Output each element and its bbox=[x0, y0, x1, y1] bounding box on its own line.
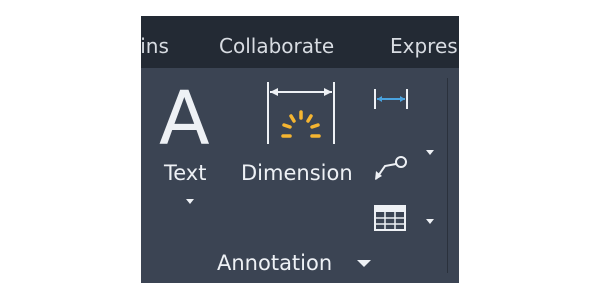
panel-title: Annotation bbox=[217, 251, 333, 275]
tab-collaborate[interactable]: Collaborate bbox=[219, 34, 334, 58]
ribbon-window: -ins Collaborate Expres A Text bbox=[141, 16, 459, 283]
chevron-down-icon[interactable] bbox=[357, 260, 371, 267]
text-tool-label: Text bbox=[164, 161, 207, 185]
linear-dimension-button[interactable] bbox=[373, 88, 409, 110]
table-icon bbox=[374, 205, 406, 231]
table-button[interactable] bbox=[373, 204, 409, 232]
text-tool-button[interactable]: A Text bbox=[155, 68, 223, 228]
leader-icon bbox=[375, 156, 407, 180]
annotation-panel: A Text Dimension Annotation bbox=[141, 68, 459, 283]
linear-dimension-icon bbox=[374, 89, 408, 109]
linear-dimension-dropdown-icon[interactable] bbox=[426, 150, 434, 155]
text-icon: A bbox=[159, 76, 210, 162]
text-dropdown-caret-icon[interactable] bbox=[186, 199, 194, 204]
dimension-tool-label: Dimension bbox=[241, 161, 353, 185]
leader-dropdown-icon[interactable] bbox=[426, 219, 434, 224]
panel-separator bbox=[447, 78, 448, 273]
ribbon-tab-bar: -ins Collaborate Expres bbox=[141, 16, 459, 68]
tab-add-ins[interactable]: -ins bbox=[141, 34, 169, 58]
annotation-panel-expander[interactable]: Annotation bbox=[141, 246, 447, 280]
tab-express-tools[interactable]: Expres bbox=[390, 34, 458, 58]
leader-button[interactable] bbox=[373, 154, 409, 182]
dimension-tool-button[interactable]: Dimension bbox=[239, 68, 363, 228]
dimension-icon bbox=[267, 82, 335, 144]
